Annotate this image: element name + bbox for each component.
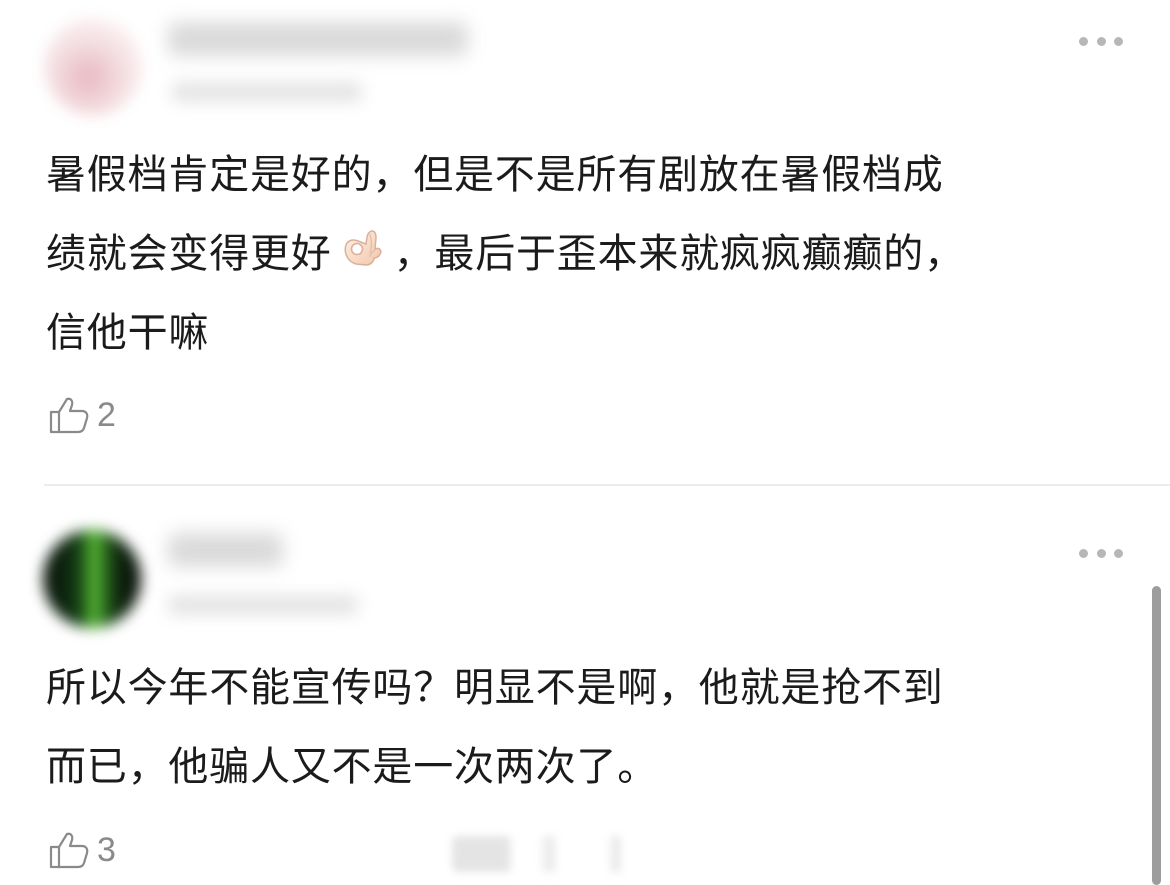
comment-line: 暑假档肯定是好的，但是不是所有剧放在暑假档成 xyxy=(46,152,944,198)
more-options-icon xyxy=(1079,548,1088,558)
more-options-button[interactable] xyxy=(1079,547,1123,559)
username-redacted[interactable] xyxy=(168,22,468,56)
platform-watermark xyxy=(452,836,714,872)
like-count: 2 xyxy=(97,396,116,434)
comment-text: 暑假档肯定是好的，但是不是所有剧放在暑假档成 绩就会变得更好 ，最后于歪本来就疯… xyxy=(46,136,1128,373)
more-options-icon xyxy=(1114,548,1123,558)
thumbs-up-icon xyxy=(49,397,89,434)
more-options-button[interactable] xyxy=(1079,35,1123,47)
comment-line: 信他干嘛 xyxy=(46,310,210,356)
comment-thread: 暑假档肯定是好的，但是不是所有剧放在暑假档成 绩就会变得更好 ，最后于歪本来就疯… xyxy=(0,0,1170,885)
vertical-scrollbar[interactable] xyxy=(1152,586,1161,885)
comment-line-part: ，最后于歪本来就疯疯癫癫的， xyxy=(393,231,965,277)
more-options-icon xyxy=(1096,548,1106,558)
like-button[interactable]: 2 xyxy=(47,392,116,438)
comment-line-part: 绩就会变得更好 xyxy=(46,231,332,277)
comment-text: 所以今年不能宣传吗？明显不是啊，他就是抢不到 而已，他骗人又不是一次两次了。 xyxy=(46,649,1128,807)
username-redacted[interactable] xyxy=(168,533,283,567)
like-count: 3 xyxy=(97,831,116,869)
thumbs-up-icon xyxy=(49,832,89,869)
comment-meta-redacted xyxy=(172,82,362,102)
comment-line: 绩就会变得更好 ，最后于歪本来就疯疯癫癫的， xyxy=(46,215,1128,294)
like-button[interactable]: 3 xyxy=(47,827,116,873)
comment-line: 而已，他骗人又不是一次两次了。 xyxy=(46,744,658,790)
more-options-icon xyxy=(1079,36,1088,46)
more-options-icon xyxy=(1096,36,1106,46)
comment-meta-redacted xyxy=(168,595,358,615)
more-options-icon xyxy=(1114,36,1123,46)
ok-hand-emoji-icon xyxy=(344,230,382,266)
comment-line: 所以今年不能宣传吗？明显不是啊，他就是抢不到 xyxy=(46,665,944,711)
avatar[interactable] xyxy=(43,530,141,628)
avatar[interactable] xyxy=(44,18,142,116)
comment-item: 所以今年不能宣传吗？明显不是啊，他就是抢不到 而已，他骗人又不是一次两次了。 3 xyxy=(0,486,1170,885)
comment-item: 暑假档肯定是好的，但是不是所有剧放在暑假档成 绩就会变得更好 ，最后于歪本来就疯… xyxy=(0,0,1170,484)
